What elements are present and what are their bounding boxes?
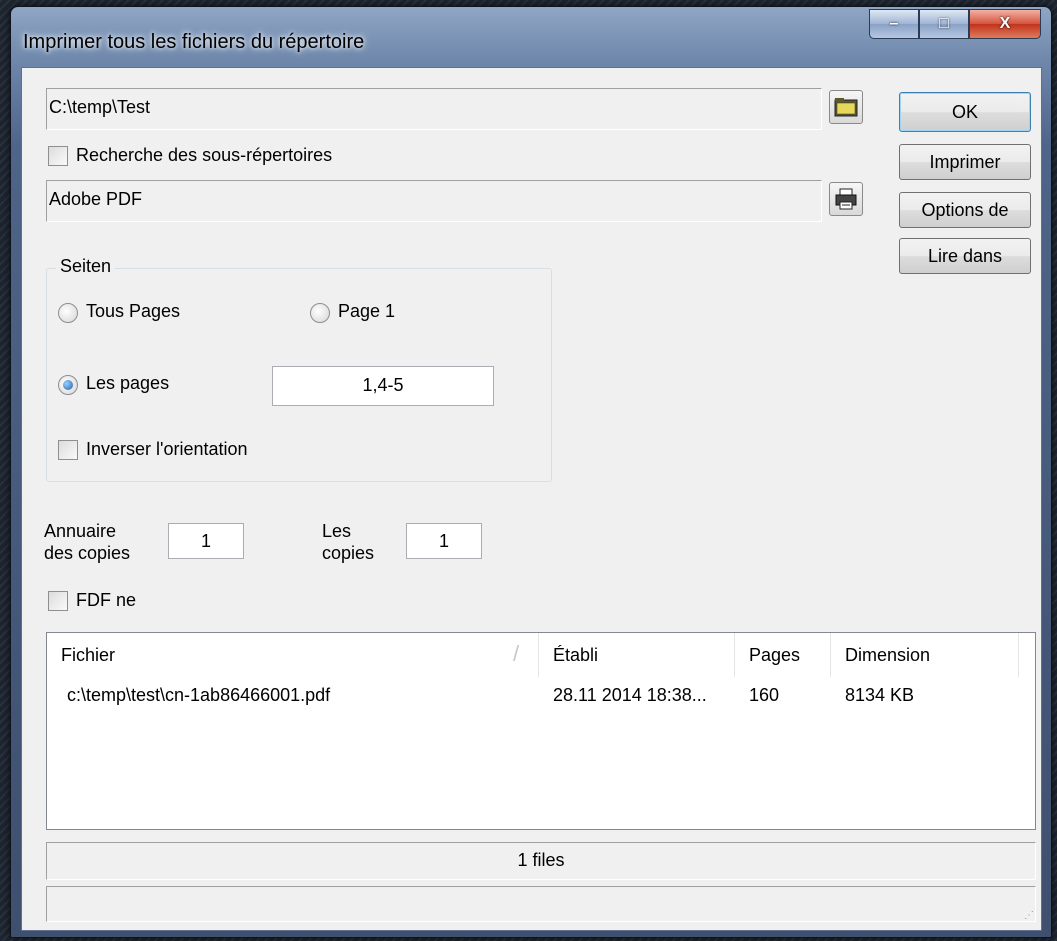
all-pages-label: Tous Pages: [86, 301, 181, 321]
maximize-button[interactable]: □: [919, 9, 969, 39]
resize-grip-icon[interactable]: ⋰: [1024, 910, 1034, 921]
print-button[interactable]: Imprimer: [899, 144, 1031, 180]
invert-orientation-label: Inverser l'orientation: [86, 439, 248, 459]
cell-dimension: 8134 KB: [845, 685, 915, 705]
cell-pages: 160: [749, 685, 780, 705]
options-button[interactable]: Options de: [899, 192, 1031, 228]
custom-pages-label: Les pages: [86, 373, 170, 393]
cell-file: c:\temp\test\cn-1ab86466001.pdf: [67, 685, 331, 705]
column-header-pages[interactable]: Pages: [735, 633, 831, 677]
window-title: Imprimer tous les fichiers du répertoire: [23, 31, 365, 53]
column-header-file[interactable]: Fichier: [47, 633, 539, 677]
sort-indicator-icon: /: [513, 641, 520, 666]
directory-copies-input[interactable]: 1: [168, 523, 244, 559]
browse-folder-button[interactable]: [829, 90, 863, 124]
caption-buttons: – □ X: [869, 9, 1041, 39]
custom-pages-input[interactable]: 1,4-5: [272, 366, 494, 406]
copies-label-line1: Les: [322, 521, 352, 541]
dialog-client-area: C:\temp\Test Recherche des sous-répertoi…: [21, 67, 1042, 931]
printer-select-button[interactable]: [829, 182, 863, 216]
copies-label-line2: copies: [322, 543, 375, 563]
directory-copies-label-line1: Annuaire: [44, 521, 117, 541]
copies-label: Les copies: [322, 520, 374, 564]
fdf-checkbox[interactable]: [48, 591, 68, 611]
file-count-status: 1 files: [46, 842, 1036, 880]
fdf-label: FDF ne: [76, 590, 137, 610]
secondary-status: [46, 886, 1036, 922]
custom-pages-radio[interactable]: [58, 375, 78, 395]
column-header-dimension[interactable]: Dimension: [831, 633, 1019, 677]
file-list[interactable]: Fichier / Établi Pages Dimension c:\temp…: [46, 632, 1036, 830]
read-in-button[interactable]: Lire dans: [899, 238, 1031, 274]
all-pages-radio[interactable]: [58, 303, 78, 323]
dialog-window: Imprimer tous les fichiers du répertoire…: [10, 6, 1052, 938]
pages-group-title: Seiten: [56, 256, 116, 277]
table-row[interactable]: c:\temp\test\cn-1ab86466001.pdf 28.11 20…: [47, 681, 1035, 711]
directory-copies-label-line2: des copies: [44, 543, 131, 563]
file-list-header: Fichier / Établi Pages Dimension: [47, 633, 1035, 677]
page-1-radio[interactable]: [310, 303, 330, 323]
maximize-icon: □: [939, 15, 949, 32]
column-header-created[interactable]: Établi: [539, 633, 735, 677]
cell-created: 28.11 2014 18:38...: [553, 685, 707, 705]
invert-orientation-checkbox[interactable]: [58, 440, 78, 460]
subdirectories-checkbox[interactable]: [48, 146, 68, 166]
minimize-button[interactable]: –: [869, 9, 919, 39]
directory-copies-label: Annuaire des copies: [44, 520, 130, 564]
subdirectories-label: Recherche des sous-répertoires: [76, 145, 333, 165]
folder-icon: [834, 98, 858, 117]
minimize-icon: –: [889, 15, 899, 32]
close-icon: X: [999, 15, 1011, 32]
close-button[interactable]: X: [969, 9, 1041, 39]
printer-icon: [835, 188, 857, 210]
page-1-label: Page 1: [338, 301, 396, 321]
ok-button[interactable]: OK: [899, 92, 1031, 132]
directory-path-field[interactable]: C:\temp\Test: [46, 88, 822, 130]
printer-field[interactable]: Adobe PDF: [46, 180, 822, 222]
title-bar[interactable]: Imprimer tous les fichiers du répertoire…: [11, 7, 1051, 67]
copies-input[interactable]: 1: [406, 523, 482, 559]
